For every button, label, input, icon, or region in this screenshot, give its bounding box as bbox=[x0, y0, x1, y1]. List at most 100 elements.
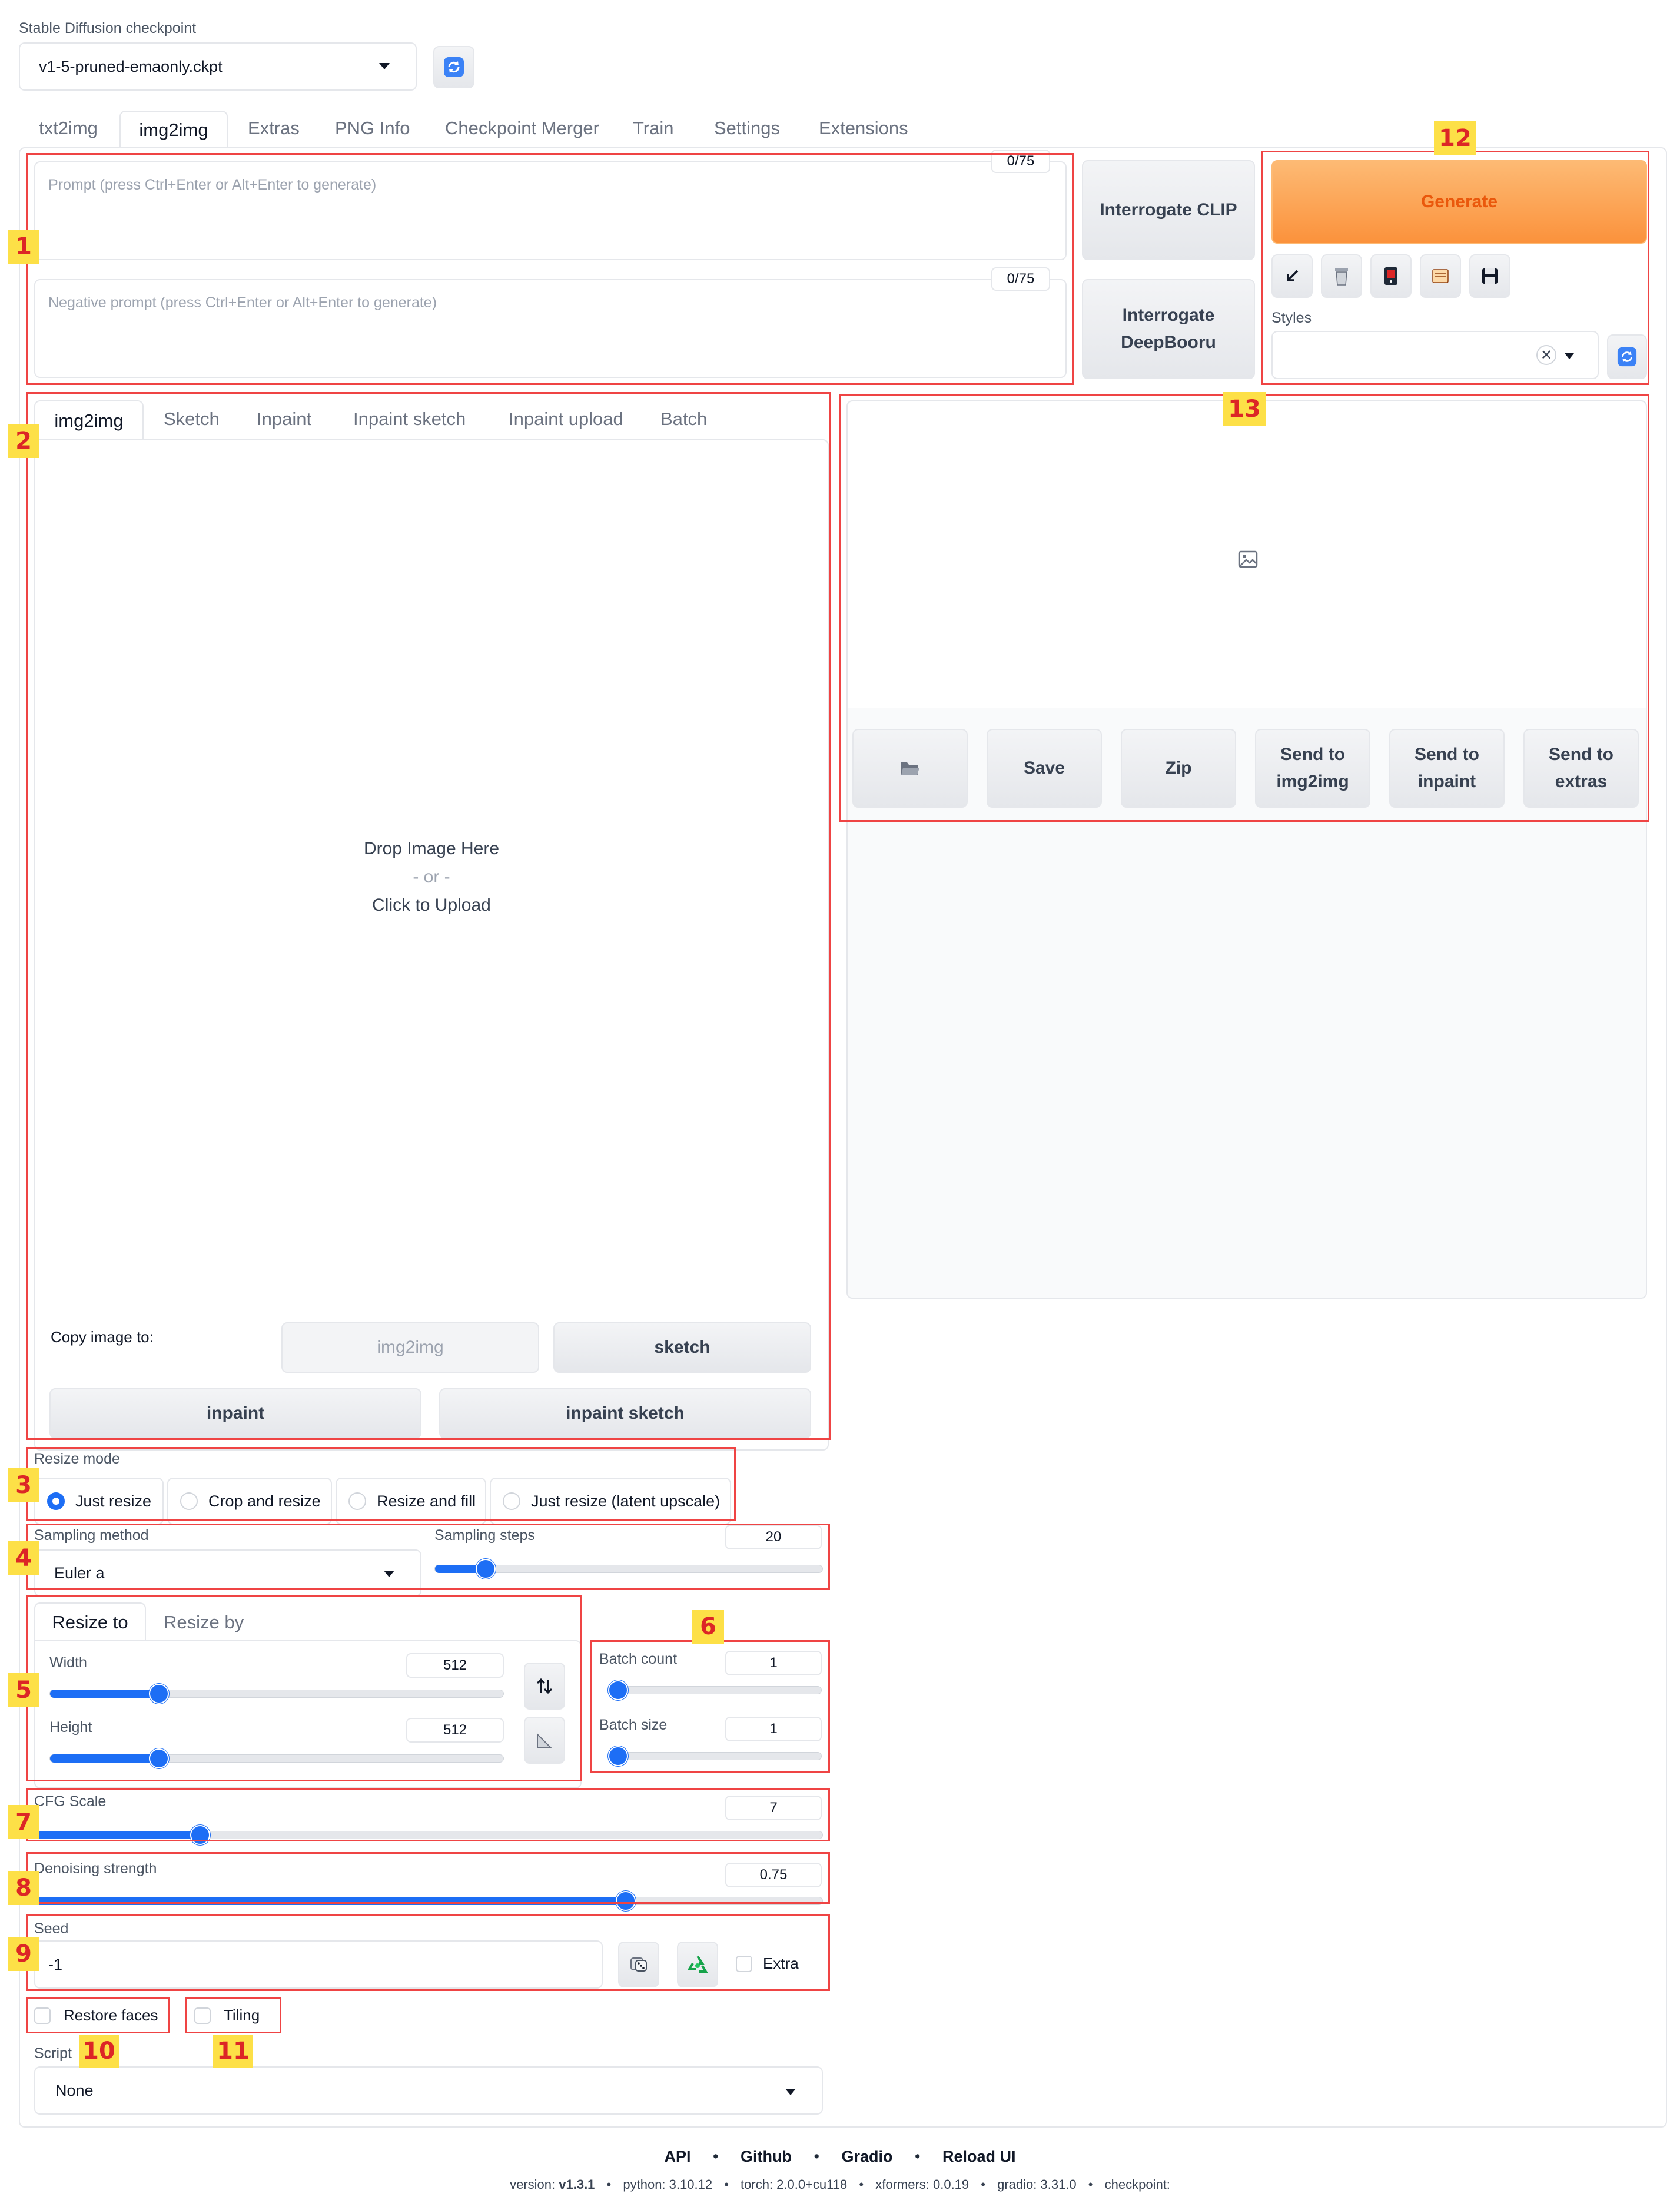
upload-drop-text: Drop Image Here bbox=[363, 839, 500, 858]
footer-github-link[interactable]: Github bbox=[741, 2148, 792, 2165]
footer-links: API • Github • Gradio • Reload UI bbox=[0, 2148, 1680, 2166]
sampling-method-dropdown[interactable]: Euler a bbox=[34, 1549, 421, 1597]
sampling-steps-input[interactable]: 20 bbox=[725, 1525, 822, 1549]
width-slider[interactable] bbox=[49, 1684, 504, 1704]
send-to-img2img-button[interactable]: Send to img2img bbox=[1255, 729, 1370, 808]
checkbox-icon bbox=[736, 1955, 752, 1972]
subtab-inpaint-sketch[interactable]: Inpaint sketch bbox=[353, 409, 466, 430]
resize-mode-resize-and-fill[interactable]: Resize and fill bbox=[336, 1478, 486, 1525]
tiling-label: Tiling bbox=[224, 2006, 260, 2024]
cfg-scale-slider[interactable] bbox=[34, 1825, 823, 1845]
slider-thumb[interactable] bbox=[190, 1825, 210, 1845]
paste-params-button[interactable] bbox=[1271, 254, 1313, 298]
denoising-strength-slider[interactable] bbox=[34, 1891, 823, 1911]
clear-prompt-button[interactable] bbox=[1321, 254, 1362, 298]
tiling-checkbox[interactable]: Tiling bbox=[194, 2006, 260, 2025]
resize-tabs: Resize to Resize by bbox=[33, 1602, 580, 1641]
reuse-seed-button[interactable] bbox=[677, 1942, 718, 1987]
refresh-styles-button[interactable] bbox=[1607, 334, 1647, 379]
tab-resize-to[interactable]: Resize to bbox=[34, 1602, 146, 1641]
tab-checkpoint-merger[interactable]: Checkpoint Merger bbox=[445, 118, 599, 139]
slider-thumb[interactable] bbox=[608, 1680, 628, 1700]
seed-extra-checkbox[interactable]: Extra bbox=[736, 1955, 799, 1973]
copy-to-img2img-button[interactable]: img2img bbox=[281, 1322, 539, 1373]
tab-img2img[interactable]: img2img bbox=[119, 111, 228, 148]
copy-to-sketch-button[interactable]: sketch bbox=[553, 1322, 811, 1373]
denoising-strength-input[interactable]: 0.75 bbox=[725, 1863, 822, 1887]
batch-size-slider[interactable] bbox=[607, 1746, 822, 1766]
image-upload-area[interactable]: Drop Image Here - or - Click to Upload C… bbox=[34, 439, 829, 1451]
save-output-button[interactable]: Save bbox=[987, 729, 1102, 808]
batch-size-input[interactable]: 1 bbox=[725, 1717, 822, 1741]
checkpoint-info: checkpoint: bbox=[1104, 2177, 1170, 2192]
subtab-inpaint[interactable]: Inpaint bbox=[257, 409, 311, 430]
footer-gradio-link[interactable]: Gradio bbox=[841, 2148, 892, 2165]
prompt-textarea[interactable]: Prompt (press Ctrl+Enter or Alt+Enter to… bbox=[34, 161, 1067, 260]
slider-thumb[interactable] bbox=[616, 1891, 636, 1911]
interrogate-deepbooru-button[interactable]: Interrogate DeepBooru bbox=[1082, 279, 1255, 379]
slider-thumb[interactable] bbox=[149, 1684, 169, 1704]
copy-to-inpaint-sketch-button[interactable]: inpaint sketch bbox=[439, 1388, 811, 1439]
tab-extras[interactable]: Extras bbox=[248, 118, 300, 139]
subtab-inpaint-upload[interactable]: Inpaint upload bbox=[509, 409, 623, 430]
height-input[interactable]: 512 bbox=[406, 1718, 504, 1743]
show-extra-networks-button[interactable] bbox=[1370, 254, 1412, 298]
tab-train[interactable]: Train bbox=[633, 118, 673, 139]
subtab-sketch[interactable]: Sketch bbox=[164, 409, 220, 430]
tab-extensions[interactable]: Extensions bbox=[819, 118, 908, 139]
footer-separator: • bbox=[1088, 2177, 1093, 2192]
resize-mode-crop-and-resize[interactable]: Crop and resize bbox=[167, 1478, 332, 1525]
python-version: python: 3.10.12 bbox=[623, 2177, 713, 2192]
random-seed-button[interactable] bbox=[618, 1942, 659, 1987]
zip-output-button[interactable]: Zip bbox=[1121, 729, 1236, 808]
tab-settings[interactable]: Settings bbox=[714, 118, 780, 139]
annotation-badge-3: 3 bbox=[8, 1468, 39, 1502]
output-image-area bbox=[848, 401, 1646, 708]
tab-png-info[interactable]: PNG Info bbox=[335, 118, 410, 139]
checkpoint-dropdown[interactable]: v1-5-pruned-emaonly.ckpt bbox=[19, 42, 417, 91]
clear-styles-icon[interactable]: ✕ bbox=[1536, 345, 1556, 365]
save-style-button[interactable] bbox=[1469, 254, 1510, 298]
slider-thumb[interactable] bbox=[608, 1746, 628, 1766]
open-folder-button[interactable] bbox=[852, 729, 968, 808]
slider-fill bbox=[35, 1897, 626, 1905]
batch-count-label: Batch count bbox=[599, 1651, 678, 1667]
styles-dropdown[interactable]: ✕ bbox=[1271, 331, 1599, 379]
apply-styles-button[interactable] bbox=[1420, 254, 1461, 298]
sampling-method-value: Euler a bbox=[54, 1564, 105, 1582]
cfg-scale-input[interactable]: 7 bbox=[725, 1796, 822, 1820]
swap-dimensions-button[interactable] bbox=[524, 1663, 565, 1710]
height-slider[interactable] bbox=[49, 1748, 504, 1768]
restore-faces-checkbox[interactable]: Restore faces bbox=[34, 2006, 158, 2025]
resize-mode-latent-upscale[interactable]: Just resize (latent upscale) bbox=[490, 1478, 731, 1525]
script-dropdown[interactable]: None bbox=[34, 2066, 823, 2115]
copy-to-inpaint-button[interactable]: inpaint bbox=[49, 1388, 421, 1439]
send-to-inpaint-button[interactable]: Send to inpaint bbox=[1389, 729, 1505, 808]
folder-icon bbox=[901, 762, 919, 775]
slider-thumb[interactable] bbox=[149, 1748, 169, 1768]
tab-txt2img[interactable]: txt2img bbox=[39, 118, 98, 139]
seed-input[interactable]: -1 bbox=[34, 1940, 603, 1989]
send-to-extras-button[interactable]: Send to extras bbox=[1523, 729, 1639, 808]
auto-size-button[interactable] bbox=[524, 1717, 565, 1764]
resize-mode-just-resize[interactable]: Just resize bbox=[34, 1478, 164, 1525]
negative-prompt-textarea[interactable]: Negative prompt (press Ctrl+Enter or Alt… bbox=[34, 279, 1067, 378]
slider-fill bbox=[50, 1690, 159, 1698]
generate-button[interactable]: Generate bbox=[1271, 160, 1647, 244]
subtab-batch[interactable]: Batch bbox=[660, 409, 707, 430]
refresh-checkpoint-button[interactable] bbox=[433, 46, 474, 88]
batch-count-input[interactable]: 1 bbox=[725, 1651, 822, 1675]
batch-count-slider[interactable] bbox=[607, 1680, 822, 1700]
negative-prompt-token-counter: 0/75 bbox=[991, 267, 1050, 291]
tab-resize-by[interactable]: Resize by bbox=[164, 1612, 244, 1633]
sampling-steps-slider[interactable] bbox=[434, 1559, 823, 1579]
width-input[interactable]: 512 bbox=[406, 1653, 504, 1678]
annotation-badge-4: 4 bbox=[8, 1541, 39, 1575]
footer-api-link[interactable]: API bbox=[665, 2148, 691, 2165]
subtab-img2img[interactable]: img2img bbox=[34, 400, 144, 440]
footer-reload-ui-link[interactable]: Reload UI bbox=[942, 2148, 1016, 2165]
output-gallery-panel bbox=[846, 400, 1647, 1299]
interrogate-clip-button[interactable]: Interrogate CLIP bbox=[1082, 160, 1255, 260]
version-value: v1.3.1 bbox=[559, 2177, 595, 2192]
slider-thumb[interactable] bbox=[476, 1559, 496, 1579]
